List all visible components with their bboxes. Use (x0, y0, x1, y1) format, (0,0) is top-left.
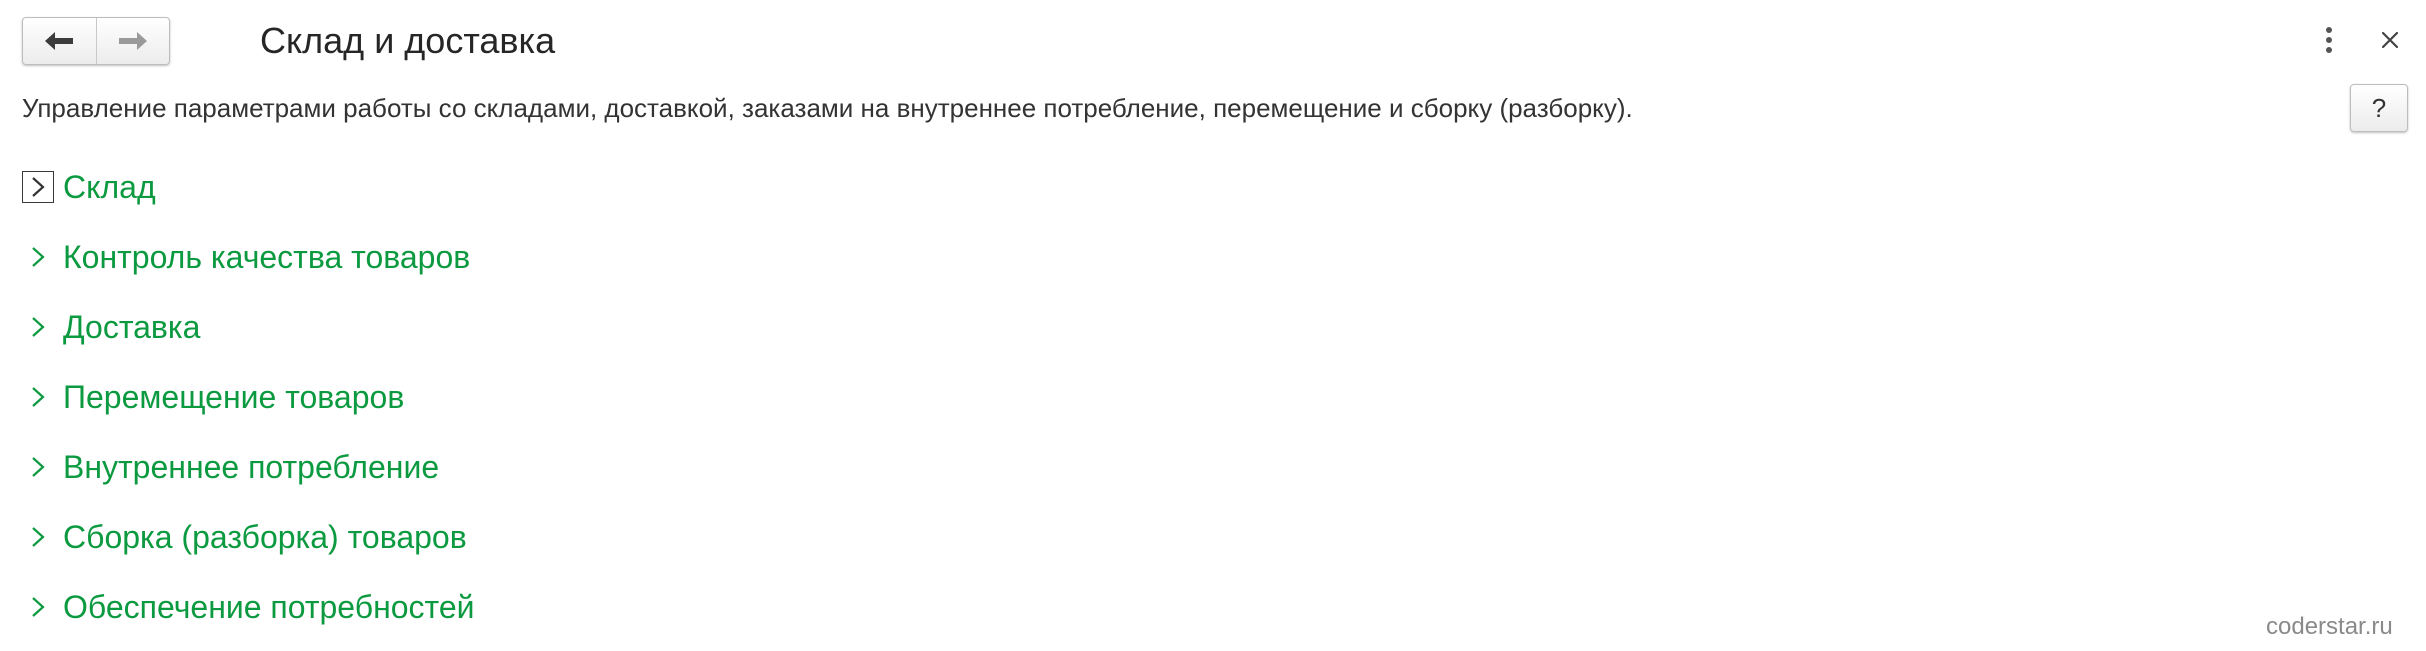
section-internal-consumption[interactable]: Внутреннее потребление (22, 442, 439, 492)
watermark: coderstar.ru (2266, 613, 2393, 640)
section-quality-control[interactable]: Контроль качества товаров (22, 232, 470, 282)
arrow-right-icon (118, 32, 147, 50)
chevron-right-icon (22, 591, 54, 623)
navigation-buttons (22, 17, 170, 65)
forward-button[interactable] (95, 18, 170, 64)
section-demand-provision[interactable]: Обеспечение потребностей (22, 582, 475, 632)
chevron-right-icon (22, 311, 54, 343)
section-label: Внутреннее потребление (63, 448, 440, 485)
vertical-dots-icon (2326, 27, 2332, 53)
form-description: Управление параметрами работы со складам… (22, 93, 1633, 123)
settings-window: Склад и доставка Управление параметрами … (0, 0, 2426, 651)
section-label: Обеспечение потребностей (63, 588, 475, 625)
back-button[interactable] (23, 18, 96, 64)
close-icon (2381, 31, 2399, 49)
help-button[interactable]: ? (2350, 84, 2408, 132)
section-label: Доставка (63, 308, 201, 345)
section-warehouse[interactable]: Склад (22, 162, 156, 212)
arrow-left-icon (45, 32, 74, 50)
page-title: Склад и доставка (260, 20, 556, 61)
chevron-right-icon (22, 521, 54, 553)
chevron-right-icon (22, 241, 54, 273)
chevron-right-icon (22, 451, 54, 483)
section-label: Перемещение товаров (63, 378, 405, 415)
section-label: Склад (63, 168, 156, 205)
section-delivery[interactable]: Доставка (22, 302, 200, 352)
more-actions-button[interactable] (2312, 20, 2346, 60)
chevron-right-icon (22, 381, 54, 413)
section-label: Сборка (разборка) товаров (63, 518, 467, 555)
close-button[interactable] (2370, 20, 2410, 60)
section-goods-transfer[interactable]: Перемещение товаров (22, 372, 404, 422)
chevron-right-icon (22, 171, 54, 203)
section-label: Контроль качества товаров (63, 238, 471, 275)
section-assembly[interactable]: Сборка (разборка) товаров (22, 512, 467, 562)
